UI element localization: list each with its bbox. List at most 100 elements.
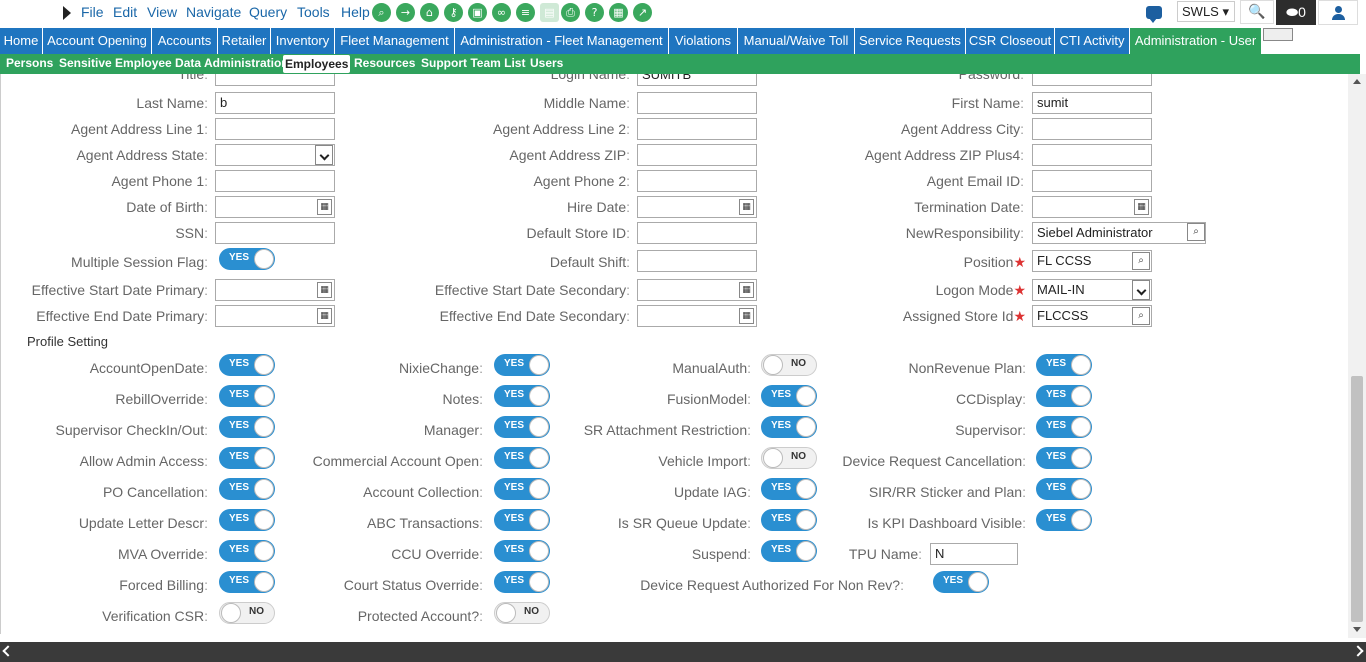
key-icon[interactable]: ⚷ — [444, 3, 463, 22]
pick-icon[interactable]: ⌕ — [1132, 307, 1150, 325]
link-icon[interactable]: ∞ — [492, 3, 511, 22]
phone2-field[interactable] — [637, 170, 757, 192]
tab-administration-user[interactable]: Administration - User — [1130, 28, 1262, 54]
email-field[interactable] — [1032, 170, 1152, 192]
new-responsibility-field[interactable]: Siebel Administrator — [1032, 222, 1206, 244]
search-icon[interactable]: 🔍 — [1240, 0, 1274, 24]
tab-service-requests[interactable]: Service Requests — [855, 28, 966, 54]
abc-transactions-toggle[interactable]: YES — [494, 509, 550, 531]
forced-billing-toggle[interactable]: YES — [219, 571, 275, 593]
account-collection-toggle[interactable]: YES — [494, 478, 550, 500]
device-request-authorized-for-non-rev-toggle[interactable]: YES — [933, 571, 989, 593]
calendar-icon[interactable]: ▦ — [739, 199, 754, 215]
ccu-override-toggle[interactable]: YES — [494, 540, 550, 562]
list-icon[interactable]: ≡ — [516, 3, 535, 22]
subtab-employees[interactable]: Employees — [283, 55, 351, 73]
fusionmodel-toggle[interactable]: YES — [761, 385, 817, 407]
rebilloverride-toggle[interactable]: YES — [219, 385, 275, 407]
supervisor-toggle[interactable]: YES — [1036, 416, 1092, 438]
report-icon[interactable]: ▦ — [609, 3, 628, 22]
default-shift-field[interactable] — [637, 250, 757, 272]
tab-retailer[interactable]: Retailer — [218, 28, 271, 54]
delete-icon[interactable]: ▣ — [468, 3, 487, 22]
play-icon[interactable] — [63, 6, 71, 20]
is-kpi-dashboard-visible-toggle[interactable]: YES — [1036, 509, 1092, 531]
nonrevenue-plan-toggle[interactable]: YES — [1036, 354, 1092, 376]
calendar-icon[interactable]: ▦ — [317, 308, 332, 324]
password-field[interactable] — [1032, 74, 1152, 86]
addr1-field[interactable] — [215, 118, 335, 140]
scroll-thumb[interactable] — [1351, 376, 1363, 622]
pick-icon[interactable]: ⌕ — [1187, 223, 1205, 241]
menu-tools[interactable]: Tools — [297, 4, 330, 20]
home-icon[interactable]: ⌂ — [420, 3, 439, 22]
mva-override-toggle[interactable]: YES — [219, 540, 275, 562]
first-name-field[interactable]: sumit — [1032, 92, 1152, 114]
tab-csr-closeout[interactable]: CSR Closeout — [966, 28, 1055, 54]
phone1-field[interactable] — [215, 170, 335, 192]
subtab-sensitive-employee-data[interactable]: Sensitive Employee Data Administration — [59, 56, 289, 70]
chat-icon[interactable] — [1146, 6, 1162, 23]
pick-icon[interactable]: ⌕ — [1132, 252, 1150, 270]
menu-help[interactable]: Help — [341, 4, 370, 20]
suspend-toggle[interactable]: YES — [761, 540, 817, 562]
tab-manual-waive-toll[interactable]: Manual/Waive Toll — [738, 28, 855, 54]
login-name-field[interactable]: SUMITB — [637, 74, 757, 86]
supervisor-checkin-out-toggle[interactable]: YES — [219, 416, 275, 438]
po-cancellation-toggle[interactable]: YES — [219, 478, 275, 500]
chevron-left-icon[interactable] — [2, 645, 14, 657]
go-icon[interactable]: → — [396, 3, 415, 22]
tpu-name-field[interactable]: N — [930, 543, 1018, 565]
tab-administration-fleet[interactable]: Administration - Fleet Management — [455, 28, 669, 54]
calendar-icon[interactable]: ▦ — [1134, 199, 1149, 215]
chart-icon[interactable]: ↗ — [633, 3, 652, 22]
last-name-field[interactable]: b — [215, 92, 335, 114]
addr2-field[interactable] — [637, 118, 757, 140]
tab-home[interactable]: Home — [0, 28, 43, 54]
ccdisplay-toggle[interactable]: YES — [1036, 385, 1092, 407]
doc-icon[interactable]: ▤ — [540, 3, 559, 22]
vehicle-import-toggle[interactable]: NO — [761, 447, 817, 469]
commercial-account-open-toggle[interactable]: YES — [494, 447, 550, 469]
court-status-override-toggle[interactable]: YES — [494, 571, 550, 593]
calendar-icon[interactable]: ▦ — [317, 199, 332, 215]
tab-cti-activity[interactable]: CTI Activity — [1055, 28, 1130, 54]
notification-badge[interactable]: ⬬0 — [1276, 0, 1316, 25]
nixiechange-toggle[interactable]: YES — [494, 354, 550, 376]
scroll-down-icon[interactable] — [1353, 627, 1361, 632]
default-store-field[interactable] — [637, 222, 757, 244]
sir-rr-sticker-and-plan-toggle[interactable]: YES — [1036, 478, 1092, 500]
verification-csr-toggle[interactable]: NO — [219, 602, 275, 624]
tab-account-opening[interactable]: Account Opening — [43, 28, 152, 54]
sr-attachment-restriction-toggle[interactable]: YES — [761, 416, 817, 438]
tab-inventory[interactable]: Inventory — [271, 28, 335, 54]
subtab-persons[interactable]: Persons — [6, 56, 53, 70]
subtab-resources[interactable]: Resources — [354, 56, 415, 70]
zip4-field[interactable] — [1032, 144, 1152, 166]
subtab-users[interactable]: Users — [530, 56, 563, 70]
menu-view[interactable]: View — [147, 4, 177, 20]
multiple-session-toggle[interactable]: YES — [219, 248, 275, 270]
tab-violations[interactable]: Violations — [669, 28, 738, 54]
notes-toggle[interactable]: YES — [494, 385, 550, 407]
calendar-icon[interactable]: ▦ — [317, 282, 332, 298]
zip-field[interactable] — [637, 144, 757, 166]
update-letter-descr-toggle[interactable]: YES — [219, 509, 275, 531]
update-iag-toggle[interactable]: YES — [761, 478, 817, 500]
tab-fleet-management[interactable]: Fleet Management — [335, 28, 455, 54]
manualauth-toggle[interactable]: NO — [761, 354, 817, 376]
chevron-right-icon[interactable] — [1352, 645, 1364, 657]
site-select[interactable]: SWLS ▾ — [1177, 1, 1235, 22]
menu-query[interactable]: Query — [249, 4, 287, 20]
city-field[interactable] — [1032, 118, 1152, 140]
menu-navigate[interactable]: Navigate — [186, 4, 241, 20]
print-icon[interactable]: ⎙ — [561, 3, 580, 22]
subtab-support-team-list[interactable]: Support Team List — [421, 56, 525, 70]
help-icon[interactable]: ? — [585, 3, 604, 22]
chevron-down-icon[interactable] — [315, 145, 333, 165]
title-select[interactable] — [215, 74, 335, 86]
middle-name-field[interactable] — [637, 92, 757, 114]
ssn-field[interactable] — [215, 222, 335, 244]
is-sr-queue-update-toggle[interactable]: YES — [761, 509, 817, 531]
allow-admin-access-toggle[interactable]: YES — [219, 447, 275, 469]
